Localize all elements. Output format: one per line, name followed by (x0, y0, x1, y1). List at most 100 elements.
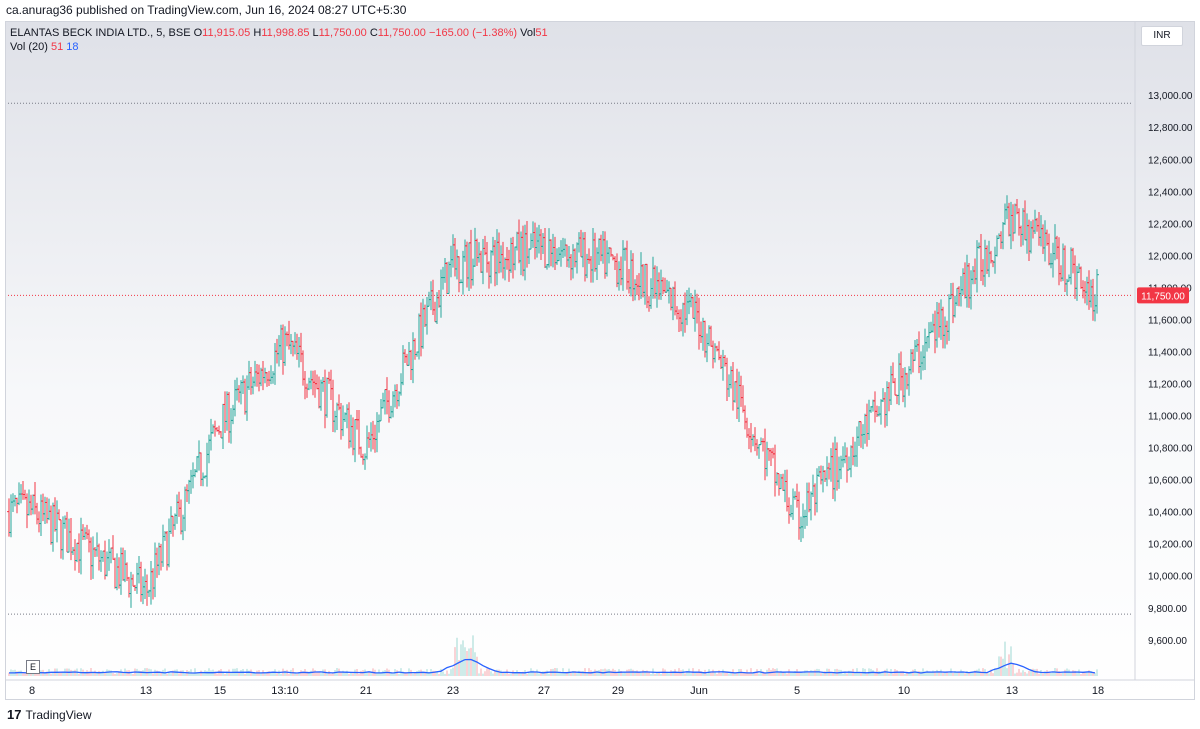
ohlc-bar (591, 227, 595, 283)
symbol-label[interactable]: ELANTAS BECK INDIA LTD., 5, BSE (10, 27, 191, 39)
x-tick-label: 18 (1092, 685, 1104, 697)
ohlc-bar (537, 224, 541, 254)
ohlc-bar (227, 391, 231, 443)
ohlc-bar (787, 497, 791, 524)
ohlc-bar (219, 431, 223, 439)
ohlc-bar (299, 332, 303, 363)
ohlc-bar (401, 345, 405, 386)
ohlc-bar (43, 496, 47, 524)
ohlc-bar (603, 231, 607, 279)
ohlc-bar (229, 408, 233, 444)
ohlc-bar (947, 294, 951, 341)
ohlc-bar (729, 366, 733, 389)
x-tick-label: 13 (140, 685, 152, 697)
ohlc-bar (397, 391, 401, 407)
y-tick-label: 9,600.00 (1148, 636, 1187, 647)
ohlc-bar (1093, 294, 1097, 322)
ohlc-bar (243, 378, 247, 415)
tradingview-footer[interactable]: 17 TradingView (7, 706, 92, 724)
y-tick-label: 12,200.00 (1148, 219, 1193, 230)
ohlc-bar (279, 324, 283, 361)
ohlc-bar (201, 472, 205, 487)
ohlc-bar (751, 434, 755, 447)
ohlc-bar (275, 338, 279, 364)
ohlc-bar (123, 550, 127, 583)
ohlc-bar (589, 256, 593, 283)
low-value: 11,750.00 (318, 27, 367, 39)
ohlc-bar (643, 263, 647, 305)
ohlc-bar (1079, 266, 1083, 289)
ohlc-bar (901, 367, 905, 403)
ohlc-bar (533, 222, 537, 260)
x-tick-label: 27 (538, 685, 550, 697)
x-tick-label: 13:10 (271, 685, 299, 697)
ohlc-bar (435, 292, 439, 324)
ohlc-bar (743, 405, 747, 430)
ohlc-bar (661, 277, 665, 295)
ohlc-bar (475, 238, 479, 266)
ohlc-bar (411, 332, 415, 384)
ohlc-bar (225, 391, 229, 431)
ohlc-bar (647, 296, 651, 312)
ohlc-bar (501, 241, 505, 279)
ohlc-bar (455, 249, 459, 280)
ohlc-bar (785, 469, 789, 512)
ohlc-bar (923, 328, 927, 371)
ohlc-bar (47, 498, 51, 521)
ohlc-bar (57, 509, 61, 521)
ohlc-bar (41, 493, 45, 522)
ohlc-bar (433, 301, 437, 323)
ohlc-bar (1033, 209, 1037, 234)
ohlc-bar (447, 261, 451, 295)
ohlc-bar (889, 365, 893, 406)
ohlc-bar (1029, 221, 1033, 254)
y-tick-label: 9,800.00 (1148, 604, 1187, 615)
ohlc-bar (1087, 270, 1091, 310)
ohlc-bar (765, 441, 769, 477)
ohlc-bar (283, 326, 287, 366)
ohlc-bar (291, 340, 295, 357)
ohlc-bar (773, 444, 777, 497)
ohlc-bar (699, 321, 703, 343)
ohlc-bar (443, 258, 447, 283)
ohlc-bar (609, 247, 613, 257)
ohlc-bar (107, 539, 111, 571)
ohlc-bar (515, 231, 519, 251)
ohlc-bar (257, 364, 261, 392)
ohlc-bar (1053, 224, 1057, 261)
ohlc-bar (129, 571, 133, 608)
ohlc-bar (143, 568, 147, 600)
ohlc-bar (683, 292, 687, 333)
ohlc-bar (967, 263, 971, 308)
ohlc-bar (921, 345, 925, 371)
vol-ma-label[interactable]: Vol (20) (10, 41, 48, 53)
ohlc-bar (849, 445, 853, 478)
ohlc-bar (925, 336, 929, 352)
ohlc-bar (1013, 203, 1017, 234)
indicator-e-button[interactable]: E (26, 660, 40, 674)
ohlc-bar (753, 427, 757, 452)
currency-button[interactable]: INR (1141, 26, 1183, 46)
ohlc-bar (281, 324, 285, 375)
ohlc-bar (61, 516, 65, 560)
volume-ma-line (8, 658, 1096, 674)
ohlc-bar (453, 238, 457, 277)
ohlc-bar (605, 240, 609, 277)
ohlc-bar (445, 261, 449, 295)
ohlc-bar (105, 551, 109, 577)
ohlc-bar (167, 518, 171, 568)
ohlc-bar (971, 266, 975, 285)
ohlc-bar (835, 442, 839, 491)
ohlc-bar (193, 468, 197, 478)
ohlc-bar (87, 529, 91, 553)
ohlc-bar (29, 494, 33, 516)
ohlc-bar (489, 250, 493, 284)
ohlc-bar (471, 258, 475, 286)
ohlc-bar (897, 353, 901, 406)
ohlc-bar (311, 370, 315, 396)
ohlc-bar (611, 254, 615, 261)
ohlc-bar (49, 505, 53, 545)
price-chart[interactable]: 13,000.00 12,800.00 12,600.00 12,400.00 12,2… (0, 0, 1200, 729)
ohlc-bar (297, 336, 301, 368)
ohlc-bar (1007, 202, 1011, 237)
